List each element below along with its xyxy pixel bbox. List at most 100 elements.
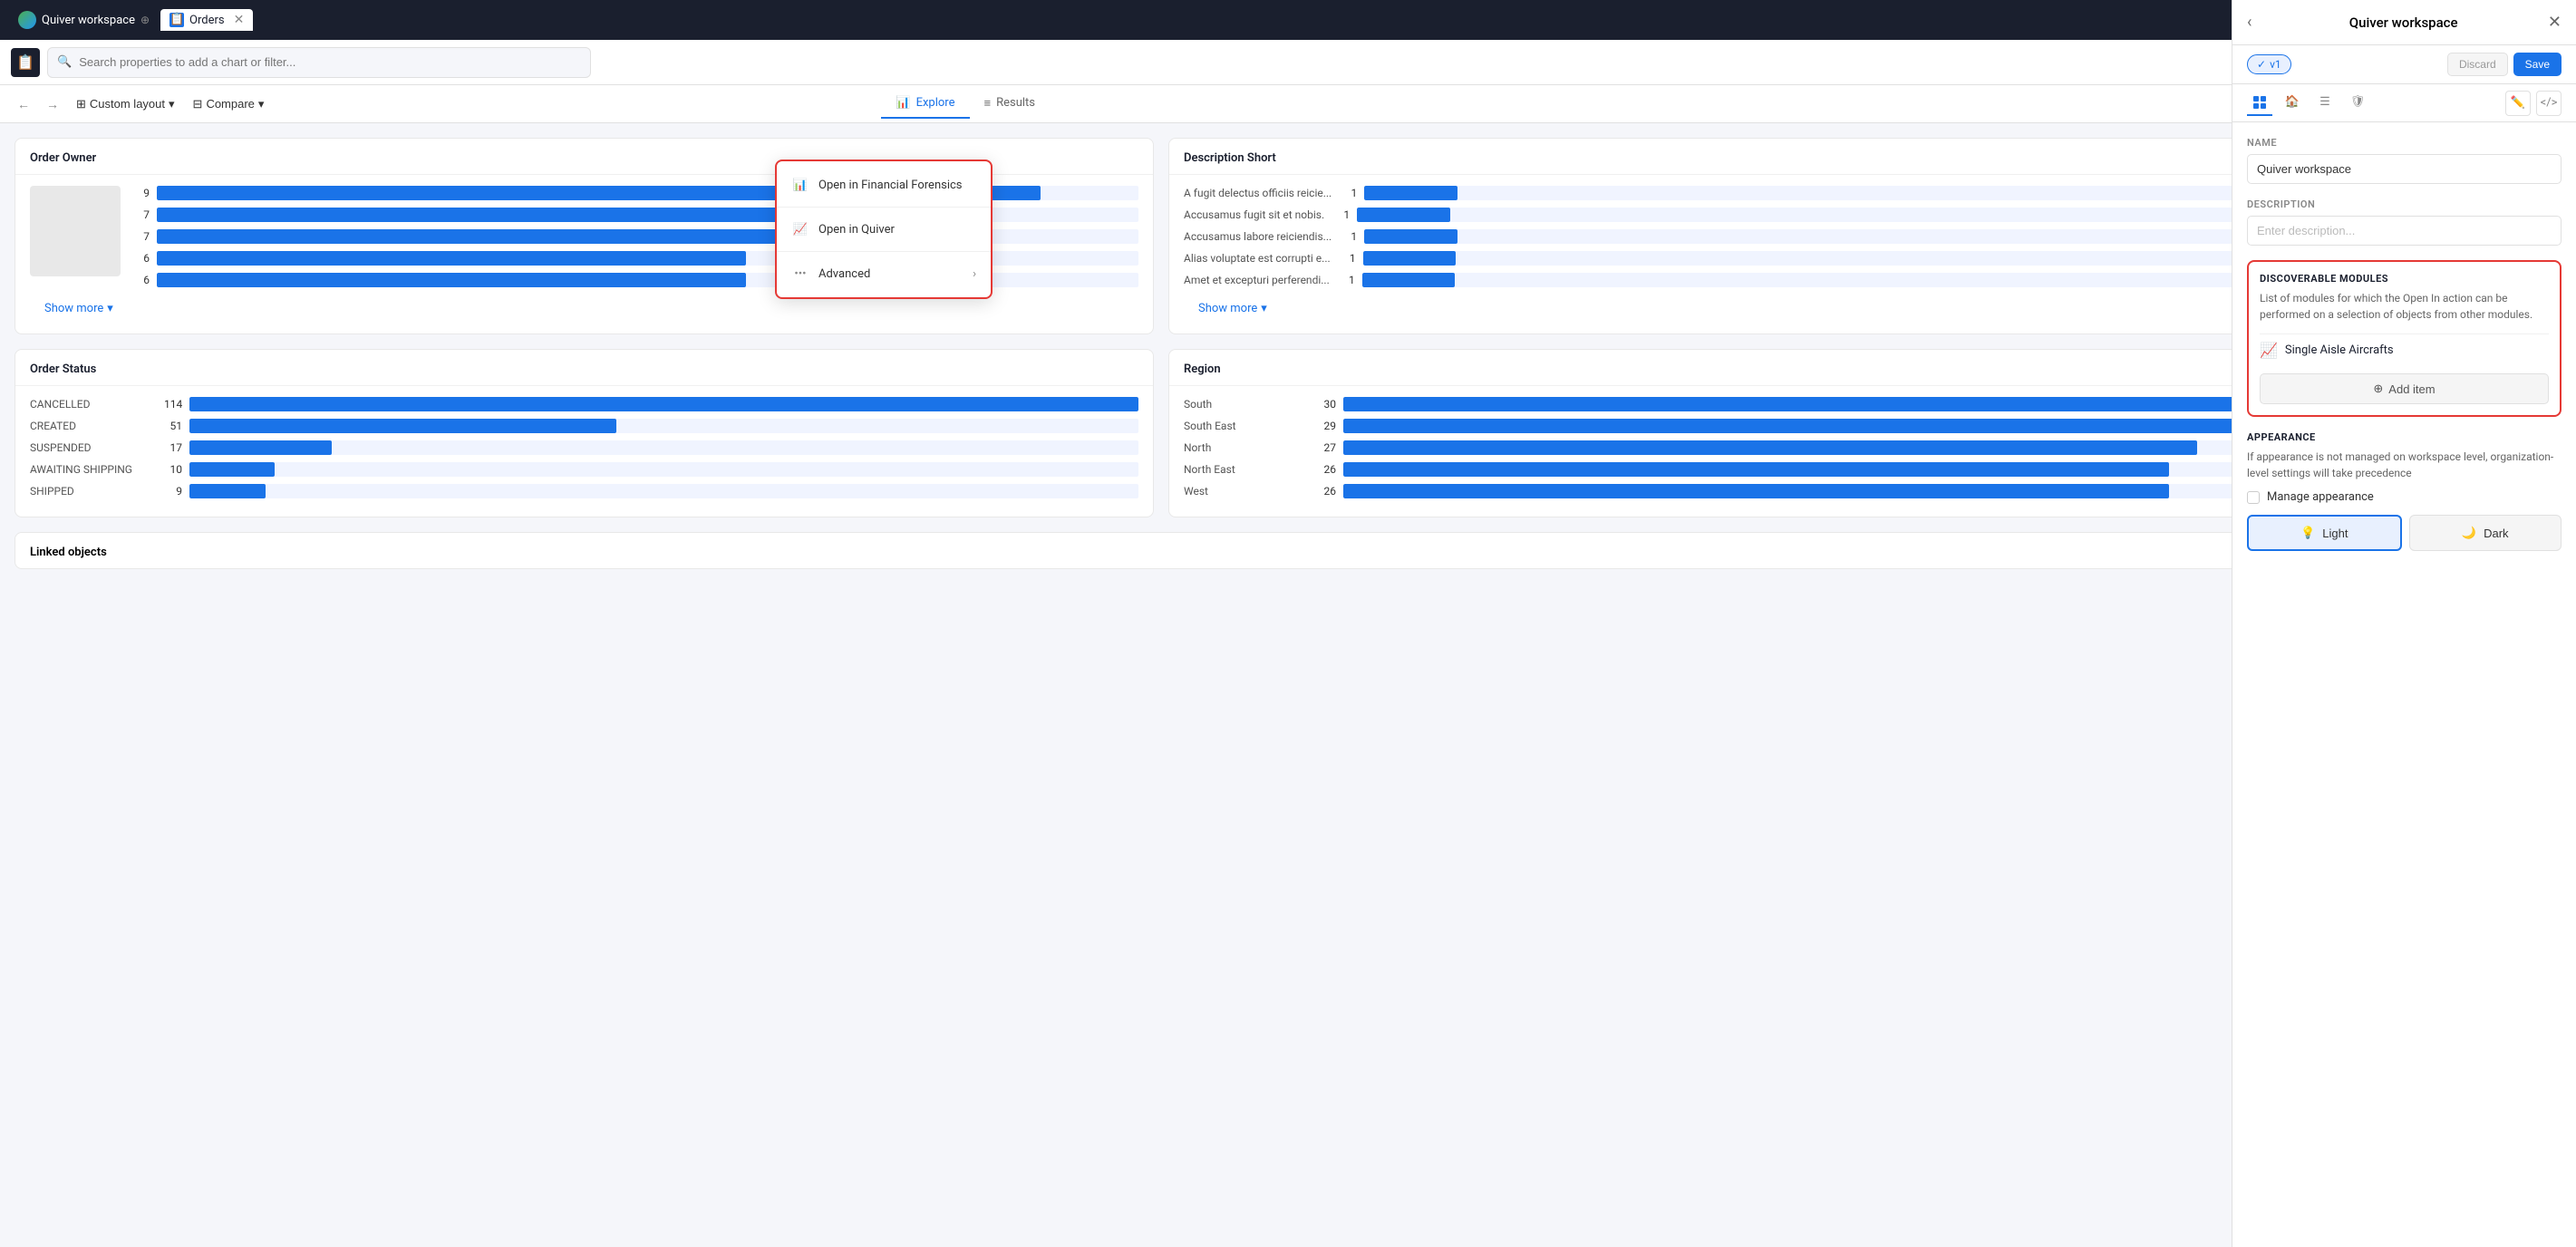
nav-logo-chevron: ⊕: [140, 14, 150, 26]
appearance-desc: If appearance is not managed on workspac…: [2247, 449, 2561, 481]
tab-results[interactable]: ≡ Results: [970, 89, 1051, 120]
add-item-plus-icon: ⊕: [2373, 382, 2383, 396]
discoverable-modules-box: DISCOVERABLE MODULES List of modules for…: [2247, 260, 2561, 417]
theme-row: 💡 Light 🌙 Dark: [2247, 515, 2561, 551]
appearance-section: APPEARANCE If appearance is not managed …: [2247, 431, 2561, 551]
sidebar-save-button[interactable]: Save: [2513, 53, 2561, 76]
tab-explore[interactable]: 📊 Explore: [881, 89, 969, 119]
forward-button[interactable]: →: [40, 92, 65, 117]
description-short-card: Description Short A fugit delectus offic…: [1168, 138, 2308, 334]
main-toolbar: 📋 🔍 ❓ 👁 Monitor 👤 Share Save: [0, 40, 2576, 85]
compare-chevron-icon: ▾: [258, 97, 265, 111]
secondary-toolbar: ← → ⊞ Custom layout ▾ ⊟ Compare ▾ 📊 Expl…: [0, 85, 2576, 123]
dropdown-divider-2: [777, 251, 991, 252]
left-panel: Order Owner 9 7: [0, 123, 2322, 1247]
module-label-1: Single Aisle Aircrafts: [2285, 343, 2394, 357]
region-bar-south: South 30: [1184, 397, 2292, 411]
module-item-1: 📈 Single Aisle Aircrafts: [2260, 334, 2549, 366]
status-bar-suspended: SUSPENDED 17: [30, 440, 1138, 455]
orders-tab-icon: 📋: [169, 13, 184, 27]
moon-icon: 🌙: [2462, 526, 2476, 540]
description-show-more[interactable]: Show more ▾: [1184, 295, 2292, 323]
sidebar-tab-menu[interactable]: ☰: [2312, 91, 2338, 116]
explore-chart-icon: 📊: [896, 96, 910, 110]
sidebar-edit-icon[interactable]: ✏️: [2505, 91, 2531, 116]
open-in-dropdown: 📊 Open in Financial Forensics 📈 Open in …: [775, 160, 993, 299]
description-field-group: DESCRIPTION: [2247, 198, 2561, 246]
nav-logo-label: Quiver workspace: [42, 14, 135, 27]
sidebar-title: Quiver workspace: [2259, 14, 2548, 31]
status-bar-shipped: SHIPPED 9: [30, 484, 1138, 498]
search-bar[interactable]: 🔍: [47, 47, 591, 78]
order-status-body: CANCELLED 114 CREATED 51 SUSPENDED 17: [15, 386, 1153, 517]
quiver-icon: 📈: [791, 220, 809, 238]
sidebar-back-button[interactable]: ‹: [2247, 13, 2252, 32]
sidebar-header: ‹ Quiver workspace ✕: [2232, 0, 2576, 45]
nav-logo[interactable]: Quiver workspace ⊕: [11, 7, 157, 33]
show-more-chevron-icon: ▾: [107, 302, 113, 315]
sidebar-tab-home[interactable]: 🏠: [2280, 91, 2305, 116]
sidebar-code-icon[interactable]: </>: [2536, 91, 2561, 116]
advanced-arrow-icon: ›: [973, 267, 976, 281]
compare-icon: ⊟: [193, 97, 203, 111]
version-check-icon: ✓: [2257, 58, 2266, 71]
dropdown-open-financial-forensics[interactable]: 📊 Open in Financial Forensics: [777, 167, 991, 203]
nav-tab-orders[interactable]: 📋 Orders ✕: [160, 9, 253, 31]
name-input[interactable]: [2247, 154, 2561, 184]
layout-icon: ⊞: [76, 97, 86, 111]
sidebar-version-row: ✓ v1 Discard Save: [2232, 45, 2576, 84]
status-bar-cancelled: CANCELLED 114: [30, 397, 1138, 411]
description-input[interactable]: [2247, 216, 2561, 246]
version-badge[interactable]: ✓ v1: [2247, 54, 2291, 74]
dropdown-open-quiver[interactable]: 📈 Open in Quiver: [777, 211, 991, 247]
region-title: Region: [1169, 350, 2307, 386]
desc-bar-3: Accusamus labore reiciendis... 1: [1184, 229, 2292, 244]
description-short-body: A fugit delectus officiis reicie... 1 Ac…: [1169, 175, 2307, 334]
manage-appearance-label: Manage appearance: [2267, 490, 2374, 504]
app-icon: 📋: [11, 48, 40, 77]
sidebar-tab-shield[interactable]: 🛡: [2345, 91, 2370, 116]
dark-theme-button[interactable]: 🌙 Dark: [2409, 515, 2562, 551]
dropdown-divider-1: [777, 207, 991, 208]
region-bar-northeast: North East 26: [1184, 462, 2292, 477]
desc-bar-2: Accusamus fugit sit et nobis. 1: [1184, 208, 2292, 222]
charts-grid: Order Owner 9 7: [15, 138, 2308, 517]
dropdown-advanced[interactable]: ••• Advanced ›: [777, 256, 991, 292]
main-tabs: 📊 Explore ≡ Results: [881, 89, 1050, 120]
region-bar-north: North 27: [1184, 440, 2292, 455]
desc-bar-4: Alias voluptate est corrupti e... 1: [1184, 251, 2292, 266]
light-theme-button[interactable]: 💡 Light: [2247, 515, 2402, 551]
compare-button[interactable]: ⊟ Compare ▾: [186, 93, 272, 115]
advanced-dots-icon: •••: [791, 265, 809, 283]
layout-button[interactable]: ⊞ Custom layout ▾: [69, 93, 182, 115]
right-sidebar: ‹ Quiver workspace ✕ ✓ v1 Discard Save 🏠…: [2232, 0, 2576, 1247]
nav-tab-orders-label: Orders: [189, 14, 225, 27]
desc-show-more-chevron-icon: ▾: [1261, 302, 1267, 315]
description-label: DESCRIPTION: [2247, 198, 2561, 210]
discard-button[interactable]: Discard: [2447, 53, 2508, 76]
sidebar-close-button[interactable]: ✕: [2548, 13, 2561, 32]
order-status-card: Order Status CANCELLED 114 CREATED 51 SU…: [15, 349, 1154, 517]
order-owner-chart-placeholder: [30, 186, 121, 276]
back-button[interactable]: ←: [11, 92, 36, 117]
linked-objects-card: Linked objects: [15, 532, 2308, 569]
add-item-button[interactable]: ⊕ Add item: [2260, 373, 2549, 404]
region-bar-west: West 26: [1184, 484, 2292, 498]
results-list-icon: ≡: [984, 96, 992, 111]
sidebar-version-actions: Discard Save: [2447, 53, 2561, 76]
sidebar-content: NAME DESCRIPTION DISCOVERABLE MODULES Li…: [2232, 122, 2576, 1247]
desc-bar-1: A fugit delectus officiis reicie... 1: [1184, 186, 2292, 200]
search-input[interactable]: [79, 55, 581, 69]
linked-objects-title: Linked objects: [15, 533, 2307, 568]
module-chart-icon: 📈: [2260, 342, 2278, 359]
region-card: Region South 30 South East 29 North 27: [1168, 349, 2308, 517]
light-bulb-icon: 💡: [2300, 526, 2315, 540]
nav-tab-close[interactable]: ✕: [234, 13, 245, 27]
manage-appearance-checkbox[interactable]: [2247, 491, 2260, 504]
description-short-title: Description Short: [1169, 139, 2307, 175]
order-status-title: Order Status: [15, 350, 1153, 386]
name-label: NAME: [2247, 137, 2561, 149]
status-bar-created: CREATED 51: [30, 419, 1138, 433]
sidebar-tab-properties[interactable]: [2247, 91, 2272, 116]
region-bar-southeast: South East 29: [1184, 419, 2292, 433]
